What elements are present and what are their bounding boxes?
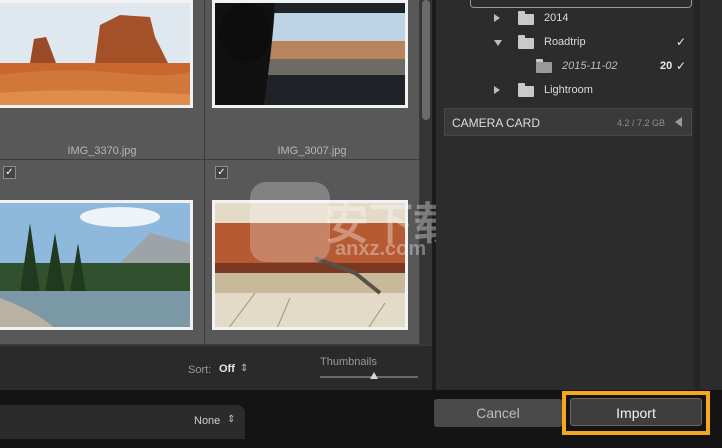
folder-row-4[interactable]: Lightroom: [436, 82, 694, 100]
grid-cell-3[interactable]: ✓: [0, 160, 205, 345]
thumbnail-size-slider-knob[interactable]: [369, 372, 378, 379]
cancel-button[interactable]: Cancel: [434, 399, 562, 427]
grid-toolbar: Sort: Off ⇕ Thumbnails: [0, 345, 432, 391]
sort-label: Sort:: [188, 364, 212, 376]
photo-count: 20: [660, 60, 673, 72]
preset-dropdown[interactable]: None: [194, 415, 220, 427]
folder-name: Roadtrip: [544, 36, 586, 48]
panel-scrollbar[interactable]: [694, 0, 700, 390]
lake-photo: [0, 203, 190, 327]
thumbnail-img-3370[interactable]: [0, 0, 193, 108]
folder-row-3[interactable]: 2015-11-02 20 ✓: [436, 58, 694, 76]
thumbnail-lake[interactable]: [0, 200, 193, 330]
filename-label: IMG_3370.jpg: [67, 145, 137, 157]
include-checkbox[interactable]: ✓: [215, 166, 228, 179]
watermark-subtext: anxz.com: [335, 238, 427, 260]
triangle-right-icon[interactable]: [494, 14, 500, 22]
photo-grid: IMG_3370.jpg IMG_3007.jpg ✓ ✓: [0, 0, 420, 345]
filename-label: IMG_3007.jpg: [277, 145, 347, 157]
car-window-photo: [215, 3, 405, 105]
source-panel: 2014 Roadtrip ✓ 2015-11-02 20 ✓ Lightroom CAME…: [436, 0, 722, 390]
camera-card-label: CAMERA CARD: [452, 116, 541, 130]
grid-cell-2[interactable]: IMG_3007.jpg: [205, 0, 420, 160]
collapse-triangle-icon[interactable]: [675, 117, 682, 127]
camera-card-size: 4.2 / 7.2 GB: [617, 118, 666, 128]
folder-icon: [518, 35, 534, 49]
desert-photo: [0, 3, 190, 105]
watermark-logo-icon: [250, 182, 330, 262]
folder-icon: [518, 11, 534, 25]
folder-name: Lightroom: [544, 84, 593, 96]
preset-tab: None ⇕: [0, 405, 245, 439]
thumbnails-label: Thumbnails: [320, 356, 377, 368]
folder-row-2[interactable]: Roadtrip ✓: [436, 34, 694, 52]
thumbnail-img-3007[interactable]: [212, 0, 408, 108]
triangle-right-icon[interactable]: [494, 86, 500, 94]
preset-arrows-icon[interactable]: ⇕: [227, 414, 235, 425]
triangle-down-icon[interactable]: [494, 40, 502, 46]
sort-value-dropdown[interactable]: Off: [219, 363, 235, 375]
sort-arrows-icon[interactable]: ⇕: [240, 363, 248, 374]
folder-selection-frame: [470, 0, 692, 8]
grid-scrollbar-thumb[interactable]: [422, 0, 430, 120]
folder-name: 2014: [544, 12, 569, 24]
include-checkbox[interactable]: ✓: [3, 166, 16, 179]
import-button[interactable]: Import: [570, 398, 702, 426]
folder-icon: [536, 59, 552, 73]
folder-check-icon[interactable]: ✓: [676, 59, 686, 73]
folder-name: 2015-11-02: [562, 60, 618, 72]
folder-icon: [518, 83, 534, 97]
folder-row-1[interactable]: 2014: [436, 10, 694, 28]
grid-cell-1[interactable]: IMG_3370.jpg: [0, 0, 205, 160]
folder-check-icon[interactable]: ✓: [676, 35, 686, 49]
camera-card-header[interactable]: CAMERA CARD 4.2 / 7.2 GB: [444, 108, 692, 136]
